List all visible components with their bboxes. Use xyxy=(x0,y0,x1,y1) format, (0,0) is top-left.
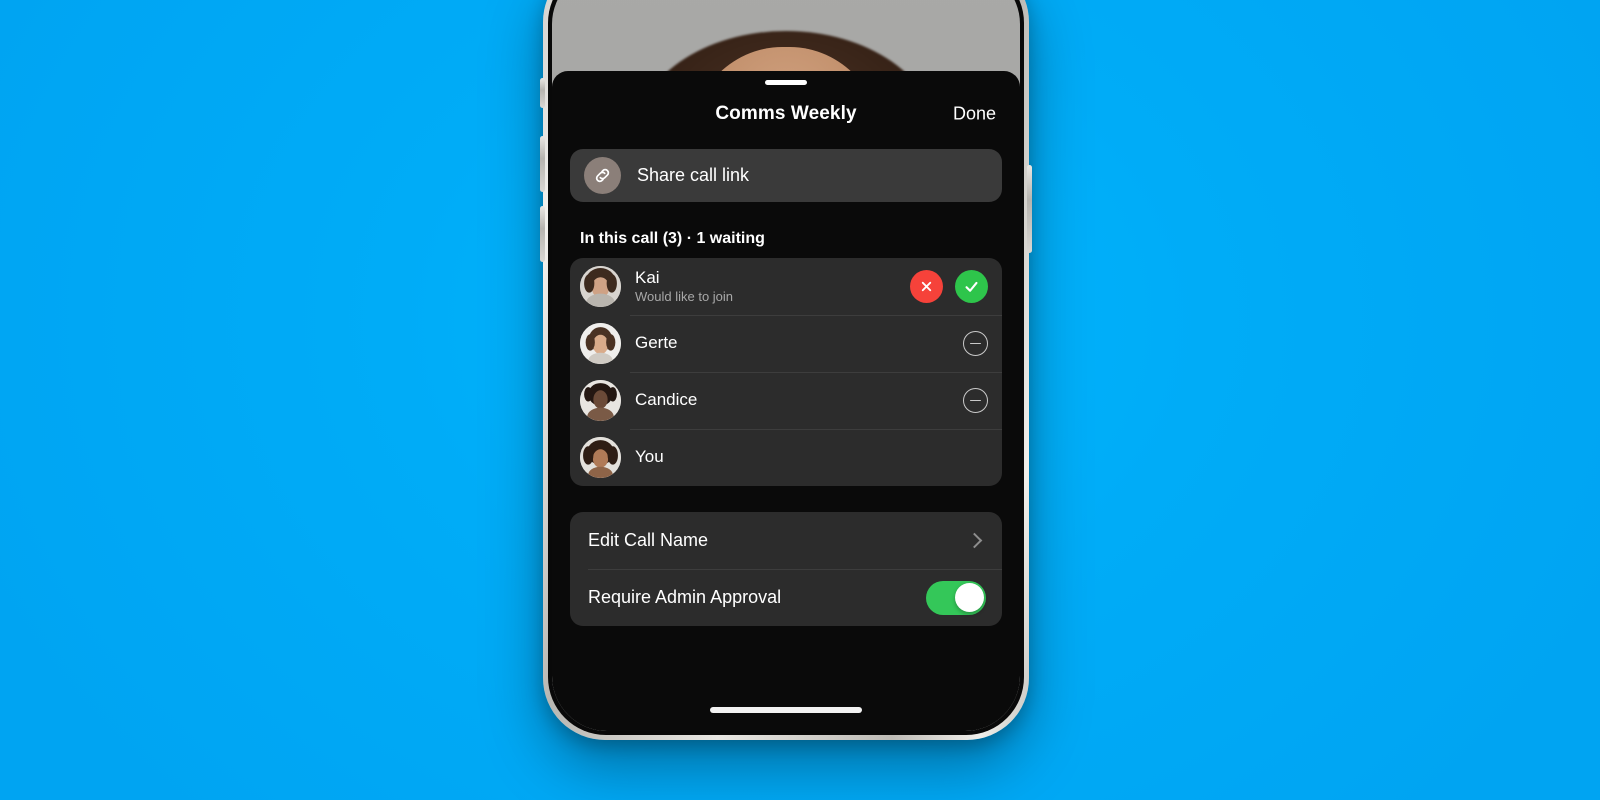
avatar xyxy=(580,437,621,478)
participant-name: You xyxy=(635,447,664,467)
list-item[interactable]: Gerte xyxy=(570,315,1002,372)
page-title: Comms Weekly xyxy=(715,103,857,124)
volume-up-button[interactable] xyxy=(540,136,545,192)
chevron-right-icon xyxy=(966,532,983,549)
call-details-sheet: Comms Weekly Done Share call link In thi… xyxy=(552,71,1020,731)
edit-call-name-row[interactable]: Edit Call Name xyxy=(570,512,1002,569)
require-admin-approval-label: Require Admin Approval xyxy=(588,587,782,607)
call-settings-list: Edit Call Name Require Admin Approval xyxy=(570,512,1002,626)
participant-info: Kai Would like to join xyxy=(635,268,910,305)
require-admin-approval-toggle[interactable] xyxy=(926,580,986,615)
participants-list: Kai Would like to join Gerte Candice You xyxy=(570,258,1002,486)
phone-bezel: Comms Weekly Done Share call link In thi… xyxy=(548,0,1024,735)
participant-name: Gerte xyxy=(635,333,678,353)
participant-name: Candice xyxy=(635,390,698,410)
phone-screen: Comms Weekly Done Share call link In thi… xyxy=(552,0,1020,731)
participants-section-header: In this call (3) · 1 waiting xyxy=(580,230,765,247)
require-admin-approval-row[interactable]: Require Admin Approval xyxy=(570,569,1002,626)
list-item[interactable]: Kai Would like to join xyxy=(570,258,1002,315)
avatar xyxy=(580,266,621,307)
sheet-header: Comms Weekly Done xyxy=(570,87,1002,141)
avatar xyxy=(580,380,621,421)
remove-participant-button[interactable] xyxy=(963,331,988,356)
participant-actions xyxy=(963,388,988,413)
decline-join-button[interactable] xyxy=(910,270,943,303)
participant-status: Would like to join xyxy=(635,288,734,304)
edit-call-name-label: Edit Call Name xyxy=(588,530,709,550)
wallpaper-backdrop: Comms Weekly Done Share call link In thi… xyxy=(0,0,1600,800)
power-button[interactable] xyxy=(1027,165,1032,253)
accept-join-button[interactable] xyxy=(955,270,988,303)
participant-name: Kai xyxy=(635,267,660,287)
participant-info: Gerte xyxy=(635,333,963,353)
silent-switch[interactable] xyxy=(540,78,545,108)
list-item[interactable]: You xyxy=(570,429,1002,486)
volume-down-button[interactable] xyxy=(540,206,545,262)
participant-actions xyxy=(963,331,988,356)
link-icon xyxy=(584,157,621,194)
done-button[interactable]: Done xyxy=(953,104,996,125)
home-indicator[interactable] xyxy=(710,707,862,713)
share-call-link-row[interactable]: Share call link xyxy=(570,149,1002,202)
participant-info: Candice xyxy=(635,390,963,410)
toggle-knob xyxy=(954,583,984,612)
participant-actions xyxy=(910,270,988,303)
participant-info: You xyxy=(635,447,988,467)
phone-device: Comms Weekly Done Share call link In thi… xyxy=(540,0,1032,740)
remove-participant-button[interactable] xyxy=(963,388,988,413)
avatar xyxy=(580,323,621,364)
share-call-link-label: Share call link xyxy=(637,165,750,185)
list-item[interactable]: Candice xyxy=(570,372,1002,429)
sheet-grabber-handle[interactable] xyxy=(765,80,807,85)
